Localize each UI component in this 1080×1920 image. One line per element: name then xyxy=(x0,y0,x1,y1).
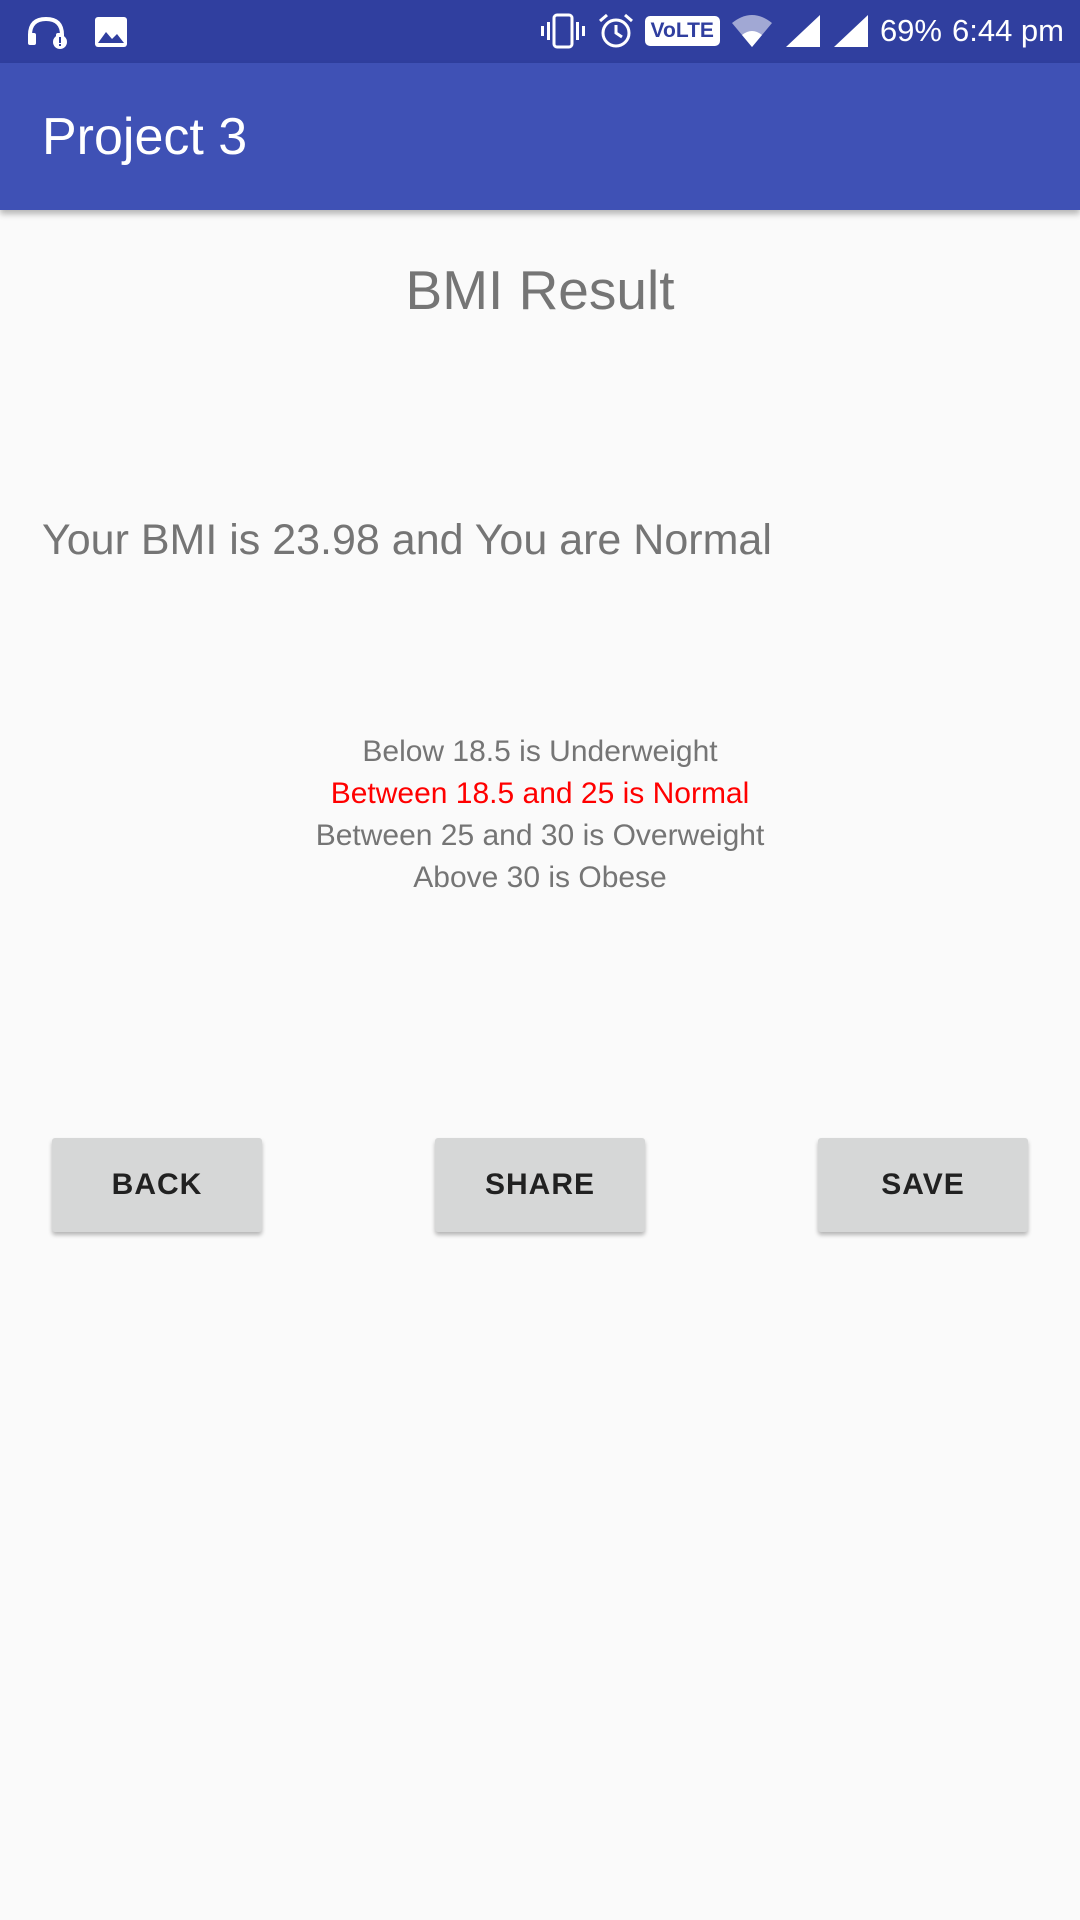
status-bar: VoLTE 69% 6:44 pm xyxy=(0,0,1080,63)
clock-time: 6:44 pm xyxy=(951,13,1064,48)
battery-percentage: 69% xyxy=(879,13,942,48)
wifi-icon xyxy=(730,13,774,49)
app-bar: Project 3 xyxy=(0,63,1080,210)
signal-icon xyxy=(832,13,870,49)
bmi-range-list: Below 18.5 is Underweight Between 18.5 a… xyxy=(0,731,1080,899)
range-underweight: Below 18.5 is Underweight xyxy=(362,735,718,768)
range-overweight: Between 25 and 30 is Overweight xyxy=(315,819,765,852)
vibrate-icon xyxy=(539,13,587,49)
share-button[interactable]: SHARE xyxy=(435,1138,645,1232)
volte-icon: VoLTE xyxy=(644,16,720,46)
status-left-icons xyxy=(26,13,128,51)
alarm-icon xyxy=(597,12,635,50)
app-title: Project 3 xyxy=(42,108,248,166)
range-normal: Between 18.5 and 25 is Normal xyxy=(330,777,750,810)
signal-icon xyxy=(784,13,822,49)
headset-alert-icon xyxy=(26,15,70,49)
page-title: BMI Result xyxy=(405,259,675,321)
bmi-result-message: Your BMI is 23.98 and You are Normal xyxy=(42,516,772,564)
range-obese: Above 30 is Obese xyxy=(413,861,667,894)
save-button[interactable]: SAVE xyxy=(818,1138,1028,1232)
image-icon xyxy=(94,16,128,48)
back-button[interactable]: BACK xyxy=(52,1138,262,1232)
status-right-icons: VoLTE 69% 6:44 pm xyxy=(539,11,1064,51)
